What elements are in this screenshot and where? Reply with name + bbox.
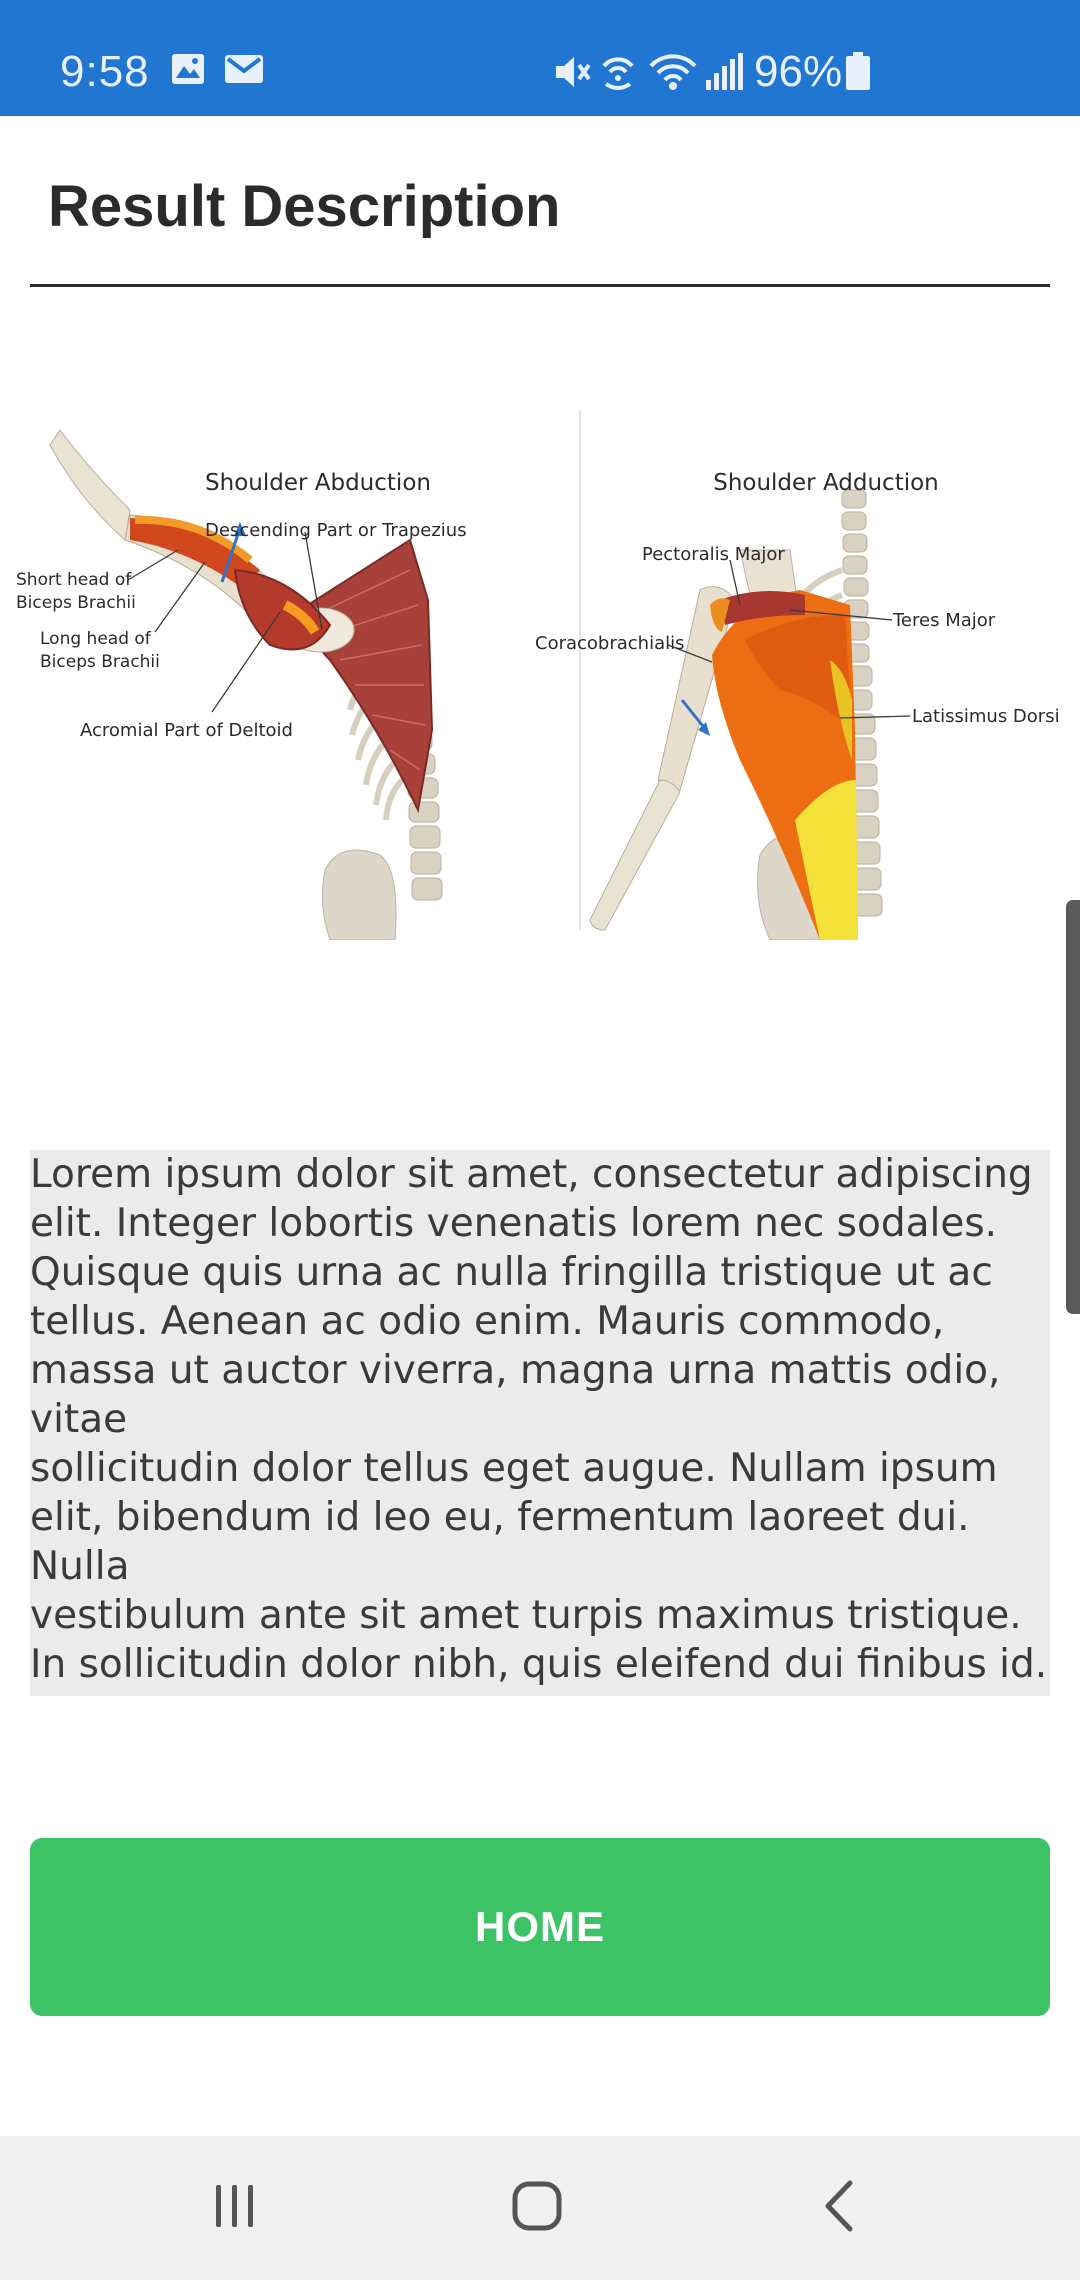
adduction-label-latissimus: Latissimus Dorsi [912, 706, 1060, 727]
page-title: Result Description [48, 174, 561, 239]
scrollbar-thumb[interactable] [1066, 900, 1080, 1314]
home-icon [511, 2180, 563, 2237]
home-button-label: HOME [475, 1903, 605, 1950]
home-button[interactable]: HOME [30, 1838, 1050, 2016]
battery-percent: 96% [754, 47, 843, 96]
signal-icon [704, 52, 744, 97]
gallery-icon [170, 52, 206, 91]
wifi-icon [648, 52, 698, 97]
abduction-label-long-biceps-line2: Biceps Brachii [40, 652, 160, 672]
abduction-label-long-biceps: Long head of Biceps Brachii [40, 629, 160, 672]
header: Result Description [0, 116, 1080, 286]
back-icon [820, 2179, 860, 2238]
abduction-label-short-biceps-line2: Biceps Brachii [16, 593, 136, 613]
description-text: Lorem ipsum dolor sit amet, consectetur … [30, 1150, 1050, 1696]
wifi-calling-icon [598, 52, 638, 99]
abduction-label-long-biceps-line1: Long head of [40, 629, 152, 649]
system-nav-bar [0, 2136, 1080, 2280]
adduction-label-pectoralis: Pectoralis Major [642, 544, 785, 565]
email-icon [224, 52, 264, 91]
adduction-label-teres: Teres Major [892, 610, 996, 631]
abduction-label-trapezius: Descending Part or Trapezius [205, 520, 467, 541]
title-divider [30, 284, 1050, 287]
abduction-label-deltoid: Acromial Part of Deltoid [80, 720, 293, 741]
back-button[interactable] [740, 2136, 940, 2280]
recent-apps-button[interactable] [135, 2136, 335, 2280]
status-bar: 9:58 96% [0, 0, 1080, 116]
mute-icon [552, 52, 592, 97]
battery-icon [845, 52, 871, 95]
abduction-label-short-biceps-line1: Short head of [16, 570, 132, 590]
home-nav-button[interactable] [437, 2136, 637, 2280]
abduction-label-short-biceps: Short head of Biceps Brachii [16, 570, 137, 613]
adduction-label-coracobrachialis: Coracobrachialis [535, 633, 685, 654]
anatomy-figure: Shoulder Abduction Descending Part or Tr… [0, 400, 1080, 940]
recent-apps-icon [210, 2181, 260, 2236]
adduction-title: Shoulder Adduction [713, 470, 939, 496]
abduction-illustration [49, 429, 443, 940]
abduction-title: Shoulder Abduction [205, 470, 431, 496]
status-time: 9:58 [60, 47, 150, 96]
